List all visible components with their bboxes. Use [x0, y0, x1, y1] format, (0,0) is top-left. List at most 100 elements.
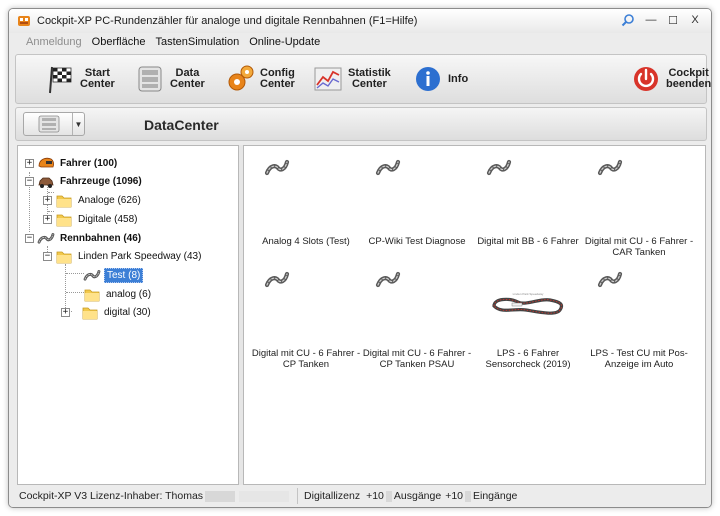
- tree-label-analoge: Analoge (626): [78, 194, 141, 206]
- race-track-icon: [375, 268, 401, 290]
- race-track-icon: [83, 270, 101, 281]
- collapse-icon[interactable]: −: [25, 176, 34, 186]
- track-card[interactable]: Analog 4 Slots (Test): [250, 152, 362, 260]
- exit-cockpit-label: Cockpit beenden: [666, 67, 712, 90]
- track-card[interactable]: Digital mit BB - 6 Fahrer: [472, 152, 584, 260]
- minimize-button[interactable]: —: [641, 12, 661, 28]
- center-selector-dropdown[interactable]: ▼: [23, 112, 85, 136]
- app-window: Cockpit-XP PC-Rundenzähler für analoge u…: [8, 8, 712, 508]
- tree-label-digitale: Digitale (458): [78, 213, 138, 225]
- tree-node-rennbahnen[interactable]: − Rennbahnen (46): [25, 230, 143, 246]
- menu-tastensimulation[interactable]: TastenSimulation: [150, 36, 244, 48]
- menu-bar: Anmeldung Oberfläche TastenSimulation On…: [9, 33, 711, 51]
- database-icon: [138, 66, 162, 92]
- tree-label-analog: analog (6): [106, 288, 152, 300]
- tree-node-fahrzeuge[interactable]: − Fahrzeuge (1096): [25, 173, 144, 189]
- collapse-icon[interactable]: −: [25, 233, 34, 243]
- folder-icon: [56, 195, 72, 208]
- chart-icon: [314, 67, 342, 91]
- gear-icon: [228, 65, 254, 91]
- race-track-icon: [37, 233, 55, 244]
- track-card[interactable]: Digital mit CU - 6 Fahrer - CAR Tanken: [583, 152, 695, 260]
- outputs-label: Ausgänge: [393, 490, 442, 502]
- tree-node-digital[interactable]: + digital (30): [61, 304, 153, 320]
- track-layout-thumbnail: Linden Park Speedway: [488, 290, 568, 316]
- maximize-button[interactable]: ☐: [663, 12, 683, 28]
- config-center-label: Config Center: [260, 67, 295, 90]
- menu-oberflaeche[interactable]: Oberfläche: [87, 36, 151, 48]
- data-center-label: Data Center: [170, 67, 205, 90]
- track-card-label: Digital mit CU - 6 Fahrer - CAR Tanken: [584, 236, 694, 258]
- tree-label-fahrzeuge: Fahrzeuge (1096): [60, 175, 142, 187]
- exit-cockpit-button[interactable]: Cockpit beenden: [630, 59, 711, 99]
- race-track-icon: [264, 156, 290, 178]
- tree-node-test[interactable]: Test (8): [83, 267, 144, 283]
- collapse-icon[interactable]: −: [43, 251, 52, 261]
- track-card[interactable]: Digital mit CU - 6 Fahrer - CP Tanken: [250, 264, 362, 372]
- tree-node-analog[interactable]: analog (6): [83, 286, 153, 302]
- expand-icon[interactable]: +: [43, 195, 52, 205]
- status-bar: Cockpit-XP V3 Lizenz-Inhaber: Thomas Dig…: [9, 485, 711, 507]
- close-button[interactable]: X: [685, 12, 705, 28]
- window-title: Cockpit-XP PC-Rundenzähler für analoge u…: [37, 15, 418, 27]
- chevron-down-icon[interactable]: ▼: [72, 113, 84, 135]
- menu-online-update[interactable]: Online-Update: [244, 36, 325, 48]
- main-toolbar: Start Center Data Center Config Center S…: [15, 54, 711, 104]
- expand-icon[interactable]: +: [25, 158, 34, 168]
- folder-icon: [82, 307, 98, 320]
- start-center-button[interactable]: Start Center: [44, 59, 115, 99]
- digital-license-label: Digitallizenz: [304, 490, 361, 502]
- folder-icon: [56, 214, 72, 227]
- car-icon: [38, 177, 54, 188]
- section-bar: ▼ DataCenter: [15, 107, 707, 141]
- track-card-label: Digital mit CU - 6 Fahrer - CP Tanken PS…: [362, 348, 472, 370]
- app-logo-icon: [18, 16, 30, 26]
- inputs-value: +10: [445, 490, 463, 502]
- track-card-label: LPS - 6 Fahrer Sensorcheck (2019): [485, 348, 571, 370]
- tree-label-digital: digital (30): [104, 306, 151, 318]
- tree-node-digitale[interactable]: + Digitale (458): [43, 211, 139, 227]
- outputs-value: +10: [366, 490, 384, 502]
- tree-label-linden-park: Linden Park Speedway (43): [78, 250, 202, 262]
- track-card[interactable]: CP-Wiki Test Diagnose: [361, 152, 473, 260]
- track-card-label: LPS - Test CU mit Pos-Anzeige im Auto: [590, 348, 688, 370]
- expand-icon[interactable]: +: [43, 214, 52, 224]
- search-icon[interactable]: [617, 12, 639, 28]
- tree-node-analoge[interactable]: + Analoge (626): [43, 192, 143, 208]
- checkered-flag-icon: [49, 66, 72, 94]
- title-bar: Cockpit-XP PC-Rundenzähler für analoge u…: [9, 9, 711, 33]
- database-icon: [38, 115, 60, 133]
- track-card[interactable]: Digital mit CU - 6 Fahrer - CP Tanken PS…: [361, 264, 473, 372]
- info-button[interactable]: Info: [412, 59, 468, 99]
- data-center-button[interactable]: Data Center: [134, 59, 205, 99]
- track-card-label: Analog 4 Slots (Test): [262, 236, 350, 247]
- inputs-label: Eingänge: [473, 490, 518, 502]
- track-card[interactable]: Linden Park Speedway LPS - 6 Fahrer Sens…: [472, 264, 584, 372]
- track-card-label: Digital mit BB - 6 Fahrer: [477, 236, 579, 247]
- race-track-icon: [597, 268, 623, 290]
- statistik-center-label: Statistik Center: [348, 67, 391, 90]
- track-card-label: CP-Wiki Test Diagnose: [368, 236, 466, 247]
- folder-icon: [84, 289, 100, 302]
- race-track-icon: [375, 156, 401, 178]
- folder-icon: [56, 251, 72, 264]
- track-grid: Analog 4 Slots (Test) CP-Wiki Test Diagn…: [243, 145, 706, 485]
- tree-label-rennbahnen: Rennbahnen (46): [60, 232, 142, 244]
- status-divider: [297, 488, 299, 504]
- tree-node-fahrer[interactable]: + Fahrer (100): [25, 155, 119, 171]
- track-card[interactable]: LPS - Test CU mit Pos-Anzeige im Auto: [583, 264, 695, 372]
- tree-panel: + Fahrer (100) − Fahrzeuge (1096) + Anal…: [17, 145, 239, 485]
- menu-anmeldung[interactable]: Anmeldung: [21, 36, 87, 48]
- race-track-icon: [486, 156, 512, 178]
- tree-node-linden-park[interactable]: − Linden Park Speedway (43): [43, 248, 203, 264]
- expand-icon[interactable]: +: [61, 307, 70, 317]
- tree-label-test: Test (8): [104, 267, 144, 283]
- config-center-button[interactable]: Config Center: [224, 59, 295, 99]
- power-icon: [634, 67, 658, 91]
- svg-text:Linden Park Speedway: Linden Park Speedway: [513, 292, 544, 296]
- statistik-center-button[interactable]: Statistik Center: [312, 59, 391, 99]
- helmet-icon: [38, 157, 54, 168]
- redacted-name: [205, 490, 236, 502]
- race-track-icon: [597, 156, 623, 178]
- license-holder-text: Cockpit-XP V3 Lizenz-Inhaber: Thomas: [19, 490, 204, 502]
